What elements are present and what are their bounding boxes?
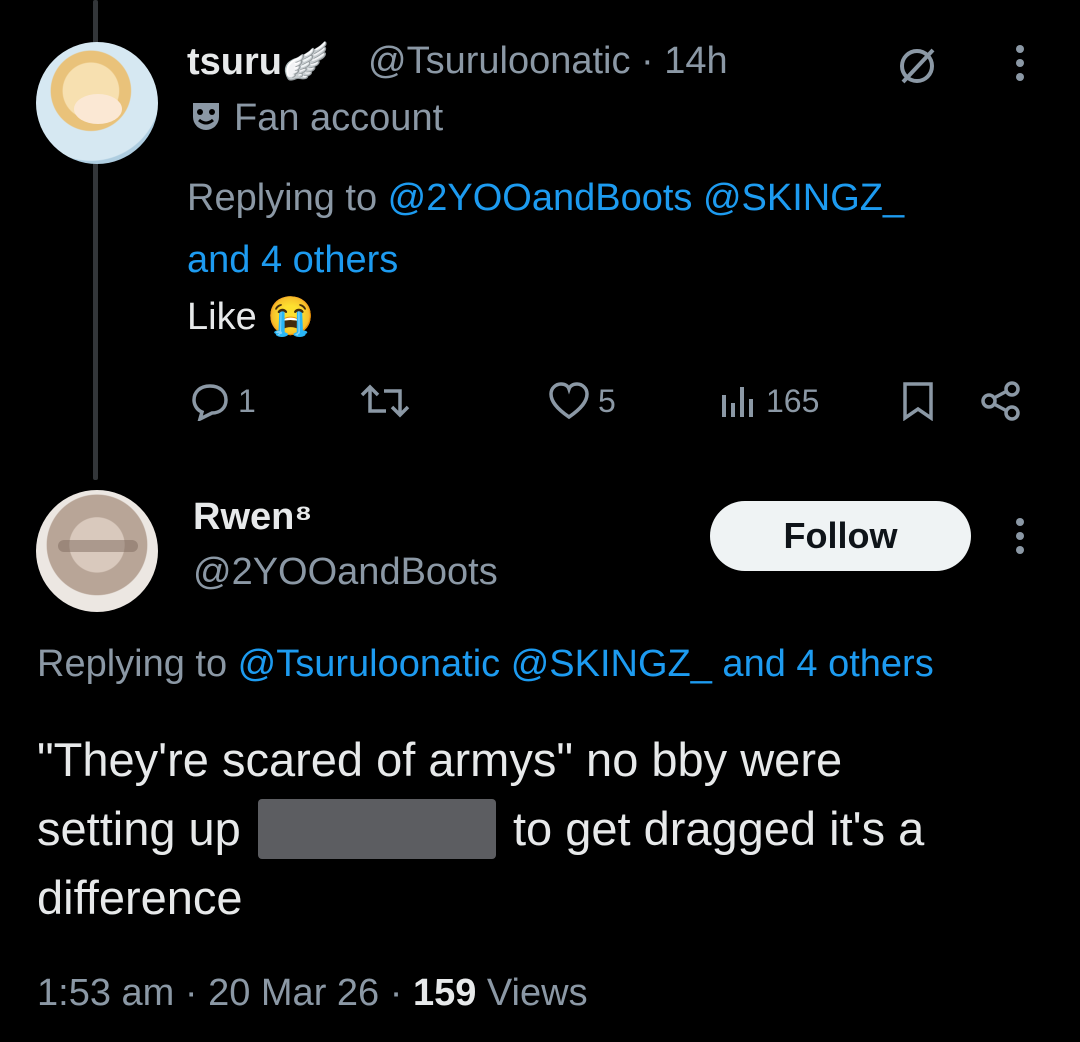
handle-text[interactable]: @Tsuruloonatic [368,40,630,82]
timestamp[interactable]: · 14h [641,40,728,82]
bookmark-icon[interactable] [900,381,936,421]
follow-button[interactable]: Follow [710,501,971,571]
replying-handles-link[interactable]: @2YOOandBoots @SKINGZ_ [388,177,904,219]
reply-icon [190,381,230,421]
replying-prefix: Replying to [37,643,238,685]
tweet2-meta: 1:53 am · 20 Mar 26 · 159 Views [37,972,588,1015]
display-name-text[interactable]: tsuru [187,41,282,83]
wing-icon: 🪽 [282,41,330,83]
tweet1-text-body: Like [187,296,257,338]
more-options-icon[interactable] [1012,44,1028,84]
tweet1-display-name[interactable]: tsuru🪽 [187,40,329,84]
replying-others-link[interactable]: and 4 others [187,239,398,281]
reply-button[interactable]: 1 [190,381,256,421]
view-count: 165 [766,382,820,419]
avatar-rwen[interactable] [36,490,158,612]
grok-icon[interactable] [893,40,943,90]
tweet-text-line: setting up [37,802,241,855]
tweet2-display-name[interactable]: Rwen⁸ [193,496,312,539]
views-button[interactable]: 165 [718,381,819,421]
redacted-block [257,799,496,859]
share-icon[interactable] [980,381,1022,421]
theater-masks-icon [190,100,222,144]
tweet-text-line: "They're scared of armys" no bby were [37,733,843,786]
reply-count: 1 [238,382,256,419]
tweet2-text: "They're scared of armys" no bby were se… [37,725,1077,932]
repost-button[interactable] [358,381,412,421]
more-options-icon[interactable] [1012,517,1028,557]
fan-account-label: Fan account [190,97,443,144]
tweet-text-line: to get dragged it's a [512,802,925,855]
avatar-tsuru[interactable] [36,42,158,164]
views-count: 159 [412,972,477,1014]
tweet-text-line: difference [37,871,243,924]
views-label: Views [476,972,588,1014]
replying-handles-link[interactable]: @Tsuruloonatic @SKINGZ_ and 4 others [238,643,934,685]
tweet1-replying-to: Replying to @2YOOandBoots @SKINGZ_ and 4… [187,167,1067,291]
fan-account-text: Fan account [234,97,444,139]
crying-face-icon: 😭 [267,296,315,338]
repost-icon [358,381,412,421]
tweet1-handle-time[interactable]: @Tsuruloonatic · 14h [368,40,728,83]
heart-icon [548,381,590,421]
like-button[interactable]: 5 [548,381,616,421]
replying-prefix: Replying to [187,177,388,219]
analytics-icon [718,381,758,421]
tweet2-replying-to: Replying to @Tsuruloonatic @SKINGZ_ and … [37,643,934,686]
tweet2-handle[interactable]: @2YOOandBoots [193,551,498,594]
like-count: 5 [598,382,616,419]
timestamp[interactable]: 1:53 am · 20 Mar 26 · [37,972,413,1014]
tweet1-text: Like 😭 [187,295,315,339]
